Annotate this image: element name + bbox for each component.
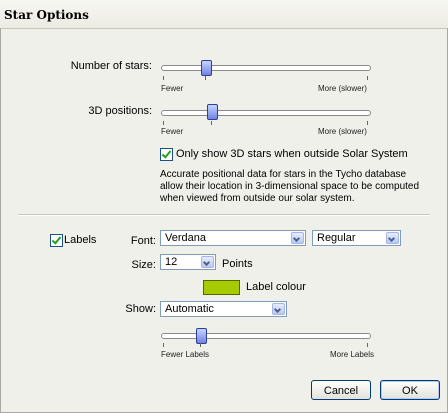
slider-min-label: Fewer Labels [161,350,210,359]
show-select[interactable]: Automatic [160,301,287,317]
section-divider [18,214,430,216]
chevron-down-icon[interactable] [201,256,214,268]
font-select[interactable]: Verdana [160,230,306,246]
dialog-frame [0,28,448,413]
slider-tick [163,343,164,347]
window-title: Star Options [4,8,89,22]
show-label: Show: [125,303,156,315]
slider-tick [200,343,201,347]
size-select-value: 12 [165,256,178,268]
size-label: Size: [131,259,156,271]
chevron-down-icon[interactable] [272,303,285,315]
font-select-value: Verdana [165,232,206,244]
slider-tick [367,76,368,80]
3d-positions-label: 3D positions: [88,105,152,117]
slider-tick [205,76,206,80]
cancel-button[interactable]: Cancel [311,380,371,400]
only-3d-stars-checkbox[interactable] [160,148,173,161]
font-style-value: Regular [317,232,356,244]
slider-tick [163,121,164,125]
ok-button[interactable]: OK [380,380,440,400]
show-select-value: Automatic [165,303,214,315]
slider-thumb[interactable] [207,104,218,120]
size-select[interactable]: 12 [160,254,216,270]
labels-checkbox-label[interactable]: Labels [64,234,96,246]
slider-tick [163,76,164,80]
only-3d-stars-label[interactable]: Only show 3D stars when outside Solar Sy… [176,148,408,160]
slider-track [161,110,371,116]
slider-max-label: More Labels [330,350,375,359]
slider-tick [211,121,212,125]
3d-description: Accurate positional data for stars in th… [160,169,420,204]
size-unit-label: Points [222,258,253,270]
slider-min-label: Fewer [161,84,184,93]
label-colour-swatch[interactable] [203,280,240,295]
slider-track [161,65,371,71]
slider-max-label: More (slower) [318,127,367,136]
slider-tick [367,121,368,125]
chevron-down-icon[interactable] [291,232,304,244]
slider-track [161,333,371,339]
font-style-select[interactable]: Regular [312,230,401,246]
chevron-down-icon[interactable] [386,232,399,244]
slider-tick [367,343,368,347]
slider-thumb[interactable] [201,60,212,76]
title-bar: Star Options [0,0,448,29]
label-colour-label: Label colour [246,281,306,293]
number-of-stars-label: Number of stars: [70,60,152,72]
slider-thumb[interactable] [196,328,207,344]
slider-max-label: More (slower) [318,84,367,93]
font-label: Font: [130,235,156,247]
slider-min-label: Fewer [161,127,184,136]
labels-checkbox[interactable] [50,234,63,247]
